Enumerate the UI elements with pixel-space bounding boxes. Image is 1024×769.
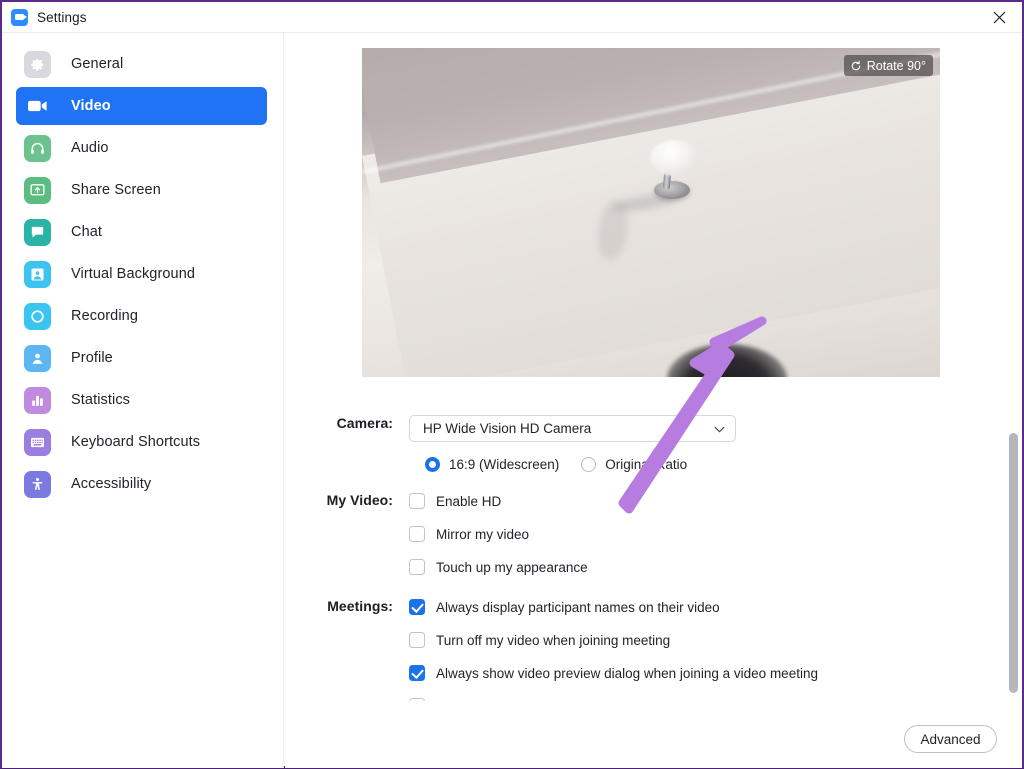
- checkbox-label: Always display participant names on thei…: [436, 599, 720, 615]
- sidebar-item-recording[interactable]: Recording: [16, 297, 267, 335]
- checkbox-indicator: [409, 559, 425, 575]
- aspect-ratio-row: 16:9 (Widescreen) Original Ratio: [425, 457, 687, 472]
- checkbox-label: Turn off my video when joining meeting: [436, 632, 671, 648]
- camera-preview: Rotate 90°: [362, 48, 940, 377]
- camera-row: Camera: HP Wide Vision HD Camera: [285, 415, 736, 442]
- sidebar-item-share-screen[interactable]: Share Screen: [16, 171, 267, 209]
- sidebar-item-label: Chat: [71, 224, 103, 240]
- checkbox-turn-off-my-video-when-joining[interactable]: Turn off my video when joining meeting: [409, 632, 818, 648]
- sidebar-item-label: Statistics: [71, 392, 131, 408]
- sidebar-item-accessibility[interactable]: Accessibility: [16, 465, 267, 503]
- close-icon[interactable]: [976, 2, 1022, 33]
- radio-original-ratio[interactable]: Original Ratio: [581, 457, 687, 472]
- advanced-button-label: Advanced: [920, 731, 981, 747]
- settings-window: Settings General Video Audio Share Scree…: [0, 0, 1024, 769]
- checkbox-always-display-participant-names[interactable]: Always display participant names on thei…: [409, 599, 818, 615]
- sidebar-item-virtual-background[interactable]: Virtual Background: [16, 255, 267, 293]
- sidebar-item-general[interactable]: General: [16, 45, 267, 83]
- advanced-button[interactable]: Advanced: [904, 725, 997, 753]
- chevron-down-icon: [714, 423, 725, 435]
- sidebar-item-profile[interactable]: Profile: [16, 339, 267, 377]
- rotate-ccw-icon: [851, 60, 861, 70]
- title-bar: Settings: [2, 2, 1022, 33]
- checkbox-mirror-my-video[interactable]: Mirror my video: [409, 526, 588, 542]
- checkbox-touch-up-my-appearance[interactable]: Touch up my appearance: [409, 559, 588, 575]
- rotate-90-label: Rotate 90°: [866, 58, 926, 73]
- person-icon: [24, 344, 51, 372]
- meetings-row: Meetings: Always display participant nam…: [285, 598, 818, 701]
- sidebar-item-chat[interactable]: Chat: [16, 213, 267, 251]
- preview-dark-object: [667, 344, 787, 377]
- fixture-base: [654, 181, 690, 199]
- checkbox-indicator: [409, 632, 425, 648]
- zoom-camera-icon: [11, 8, 28, 26]
- bar-chart-icon: [24, 386, 51, 414]
- window-title: Settings: [37, 9, 87, 25]
- video-camera-icon: [24, 93, 51, 120]
- sidebar-item-keyboard-shortcuts[interactable]: Keyboard Shortcuts: [16, 423, 267, 461]
- accessibility-icon: [24, 470, 51, 498]
- checkbox-label: Always show video preview dialog when jo…: [436, 665, 818, 681]
- fixture-ball: [650, 140, 698, 176]
- settings-scroll-area: Rotate 90° Camera: HP Wide Vision HD Cam…: [285, 33, 1022, 701]
- chat-bubble-icon: [24, 218, 51, 246]
- sidebar-item-label: Accessibility: [71, 476, 152, 492]
- camera-select-value: HP Wide Vision HD Camera: [423, 421, 592, 436]
- rotate-90-button[interactable]: Rotate 90°: [843, 55, 933, 76]
- radio-indicator: [581, 457, 597, 472]
- checkbox-indicator: [409, 526, 425, 542]
- sidebar-item-label: Virtual Background: [71, 266, 196, 282]
- radio-label: 16:9 (Widescreen): [449, 457, 560, 472]
- vertical-scrollbar[interactable]: [1008, 388, 1019, 768]
- sidebar-item-audio[interactable]: Audio: [16, 129, 267, 167]
- checkbox-indicator: [409, 493, 425, 509]
- checkbox-always-show-video-preview-dialog[interactable]: Always show video preview dialog when jo…: [409, 665, 818, 681]
- sidebar-item-label: General: [71, 56, 124, 72]
- panel-footer: Advanced: [285, 701, 1022, 768]
- camera-select[interactable]: HP Wide Vision HD Camera: [409, 415, 736, 442]
- sidebar-item-label: Video: [71, 98, 111, 114]
- meetings-label: Meetings:: [327, 598, 393, 614]
- radio-label: Original Ratio: [605, 457, 688, 472]
- headphones-icon: [24, 134, 51, 162]
- camera-label: Camera:: [336, 415, 393, 431]
- scrollbar-thumb[interactable]: [1009, 433, 1018, 693]
- sidebar-item-label: Profile: [71, 350, 113, 366]
- share-screen-icon: [24, 176, 51, 204]
- radio-indicator: [425, 457, 440, 472]
- sidebar-item-label: Recording: [71, 308, 138, 324]
- checkbox-indicator: [409, 665, 425, 681]
- checkbox-label: Mirror my video: [436, 526, 530, 542]
- my-video-row: My Video: Enable HD Mirror my video Touc…: [285, 492, 588, 575]
- checkbox-indicator: [409, 599, 425, 615]
- sidebar-item-label: Audio: [71, 140, 109, 156]
- settings-sidebar: General Video Audio Share Screen Chat Vi…: [2, 33, 284, 768]
- keyboard-icon: [24, 428, 51, 456]
- my-video-label: My Video:: [326, 492, 393, 508]
- gear-icon: [24, 50, 51, 78]
- sidebar-item-statistics[interactable]: Statistics: [16, 381, 267, 419]
- checkbox-enable-hd[interactable]: Enable HD: [409, 493, 588, 509]
- record-circle-icon: [24, 302, 51, 330]
- virtual-background-icon: [24, 260, 51, 288]
- checkbox-label: Touch up my appearance: [436, 559, 588, 575]
- radio-16-9-widescreen[interactable]: 16:9 (Widescreen): [425, 457, 559, 472]
- video-settings-panel: Rotate 90° Camera: HP Wide Vision HD Cam…: [285, 33, 1022, 768]
- sidebar-item-video[interactable]: Video: [16, 87, 267, 125]
- sidebar-item-label: Keyboard Shortcuts: [71, 434, 201, 450]
- checkbox-label: Enable HD: [436, 493, 502, 509]
- sidebar-item-label: Share Screen: [71, 182, 161, 198]
